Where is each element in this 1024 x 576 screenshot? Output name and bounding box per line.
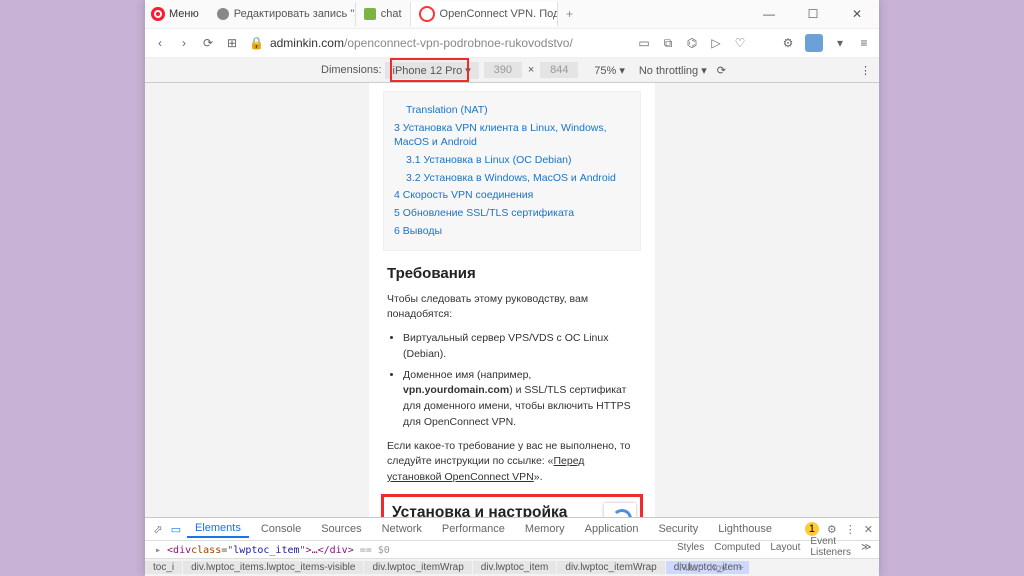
profile-avatar[interactable] <box>805 34 823 52</box>
zoom-select[interactable]: 75% ▾ <box>594 64 625 77</box>
toc-link[interactable]: 3.2 Установка в Windows, MacOS и Android <box>394 171 630 186</box>
device-toolbar: Dimensions: iPhone 12 Pro ▾ 390 × 844 75… <box>145 58 879 83</box>
rotate-icon[interactable]: ⟳ <box>717 64 726 77</box>
chat-icon <box>364 8 376 20</box>
layout-tab[interactable]: Layout <box>770 542 800 553</box>
requirements-list: Виртуальный сервер VPS/VDS с ОС Linux (D… <box>387 331 637 431</box>
more-tabs[interactable]: ≫ <box>861 542 871 553</box>
highlight-box: Установка и настройка OpenConnect VPN се… <box>381 494 643 517</box>
snapshot-icon[interactable]: ⧉ <box>661 36 675 51</box>
toc-link[interactable]: 4 Скорость VPN соединения <box>394 188 630 203</box>
devtools-tab-security[interactable]: Security <box>650 521 706 537</box>
menu-button[interactable]: Меню <box>169 8 199 20</box>
maximize-button[interactable]: ☐ <box>791 7 835 21</box>
crumb[interactable]: div.lwptoc_item <box>473 561 557 574</box>
toc-link[interactable]: 6 Выводы <box>394 224 630 239</box>
warning-badge[interactable]: 1 <box>805 522 819 536</box>
filter-input[interactable]: Filter <box>679 563 701 574</box>
heading-requirements: Требования <box>387 265 637 282</box>
dimensions-label: Dimensions: <box>321 64 382 76</box>
device-icon[interactable]: ▭ <box>169 523 183 536</box>
article-body: Требования Чтобы следовать этому руковод… <box>369 265 655 486</box>
devtools-tab-console[interactable]: Console <box>253 521 309 537</box>
heading-install: Установка и настройка OpenConnect VPN се… <box>392 503 632 517</box>
styles-filter: Filter :hov + <box>679 560 869 576</box>
heart-icon[interactable]: ♡ <box>733 36 747 50</box>
highlight-box <box>390 58 469 82</box>
crumb[interactable]: toc_i <box>145 561 182 574</box>
devtools-tab-performance[interactable]: Performance <box>434 521 513 537</box>
mobile-frame: Translation (NAT) 3 Установка VPN клиент… <box>369 83 655 517</box>
more-icon[interactable]: ⋮ <box>845 523 856 536</box>
devtools-tab-lighthouse[interactable]: Lighthouse <box>710 521 780 537</box>
toc-link[interactable]: 3 Установка VPN клиента в Linux, Windows… <box>394 121 630 150</box>
devtools-tab-application[interactable]: Application <box>577 521 647 537</box>
forward-button[interactable]: › <box>177 36 191 50</box>
opera-icon <box>419 6 435 22</box>
sidebar-icon[interactable]: ▾ <box>833 36 847 50</box>
crumb[interactable]: div.lwptoc_itemWrap <box>364 561 471 574</box>
styles-tabs: Styles Computed Layout Event Listeners ≫ <box>677 538 867 556</box>
crumb[interactable]: div.lwptoc_itemWrap <box>557 561 664 574</box>
close-button[interactable]: ✕ <box>835 7 879 21</box>
apps-button[interactable]: ⊞ <box>225 36 239 50</box>
settings-icon[interactable]: ⚙ <box>781 36 795 50</box>
gear-icon[interactable]: ⚙ <box>827 523 837 536</box>
devtools-panel: ⬀ ▭ Elements Console Sources Network Per… <box>145 517 879 558</box>
devtools-tab-sources[interactable]: Sources <box>313 521 369 537</box>
page-viewport: Translation (NAT) 3 Установка VPN клиент… <box>145 83 879 517</box>
computed-tab[interactable]: Computed <box>714 542 760 553</box>
more-icon[interactable]: ⋮ <box>860 64 871 77</box>
list-item: Виртуальный сервер VPS/VDS с ОС Linux (D… <box>403 331 637 363</box>
styles-tab[interactable]: Styles <box>677 542 704 553</box>
devtools-tab-memory[interactable]: Memory <box>517 521 573 537</box>
toc-link[interactable]: 5 Обновление SSL/TLS сертификата <box>394 206 630 221</box>
easysetup-icon[interactable]: ≡ <box>857 36 871 50</box>
close-icon[interactable]: ✕ <box>864 523 873 536</box>
height-input[interactable]: 844 <box>540 62 578 78</box>
user-icon <box>217 8 229 20</box>
recaptcha-badge[interactable] <box>604 503 636 517</box>
media-icon[interactable]: ▷ <box>709 36 723 50</box>
url-toolbar: ‹ › ⟳ ⊞ 🔒 adminkin.com/openconnect-vpn-p… <box>145 29 879 58</box>
crumb[interactable]: div.lwptoc_items.lwptoc_items-visible <box>183 561 363 574</box>
tab-edit-post[interactable]: Редактировать запись "За× <box>209 2 356 26</box>
window-titlebar: Меню Редактировать запись "За× chat Open… <box>145 0 879 29</box>
address-bar[interactable]: 🔒 adminkin.com/openconnect-vpn-podrobnoe… <box>249 36 627 50</box>
toc-link[interactable]: Translation (NAT) <box>394 103 630 118</box>
width-input[interactable]: 390 <box>484 62 522 78</box>
minimize-button[interactable]: — <box>747 7 791 21</box>
add-rule-button[interactable]: + <box>738 563 744 574</box>
toc-link[interactable]: 3.1 Установка в Linux (ОС Debian) <box>394 153 630 168</box>
tab-openconnect[interactable]: OpenConnect VPN. Подроб× <box>411 2 558 26</box>
throttling-select[interactable]: No throttling ▾ <box>639 64 707 77</box>
lock-icon: 🔒 <box>249 36 264 50</box>
paragraph: Чтобы следовать этому руководству, вам п… <box>387 292 637 324</box>
list-item: Доменное имя (например, vpn.yourdomain.c… <box>403 368 637 431</box>
extensions-icon[interactable]: ⌬ <box>685 36 699 50</box>
listeners-tab[interactable]: Event Listeners <box>810 536 851 558</box>
inspect-icon[interactable]: ⬀ <box>151 523 165 536</box>
new-tab-button[interactable]: + <box>558 7 582 21</box>
tab-chat[interactable]: chat <box>356 2 411 26</box>
opera-logo-icon <box>151 7 165 21</box>
devtools-tab-elements[interactable]: Elements <box>187 520 249 538</box>
devtools-tab-network[interactable]: Network <box>374 521 430 537</box>
reload-button[interactable]: ⟳ <box>201 36 215 50</box>
back-button[interactable]: ‹ <box>153 36 167 50</box>
paragraph: Если какое-то требование у вас не выполн… <box>387 439 637 486</box>
hov-toggle[interactable]: :hov <box>707 563 726 574</box>
table-of-contents: Translation (NAT) 3 Установка VPN клиент… <box>383 91 641 251</box>
reader-icon[interactable]: ▭ <box>637 36 651 50</box>
